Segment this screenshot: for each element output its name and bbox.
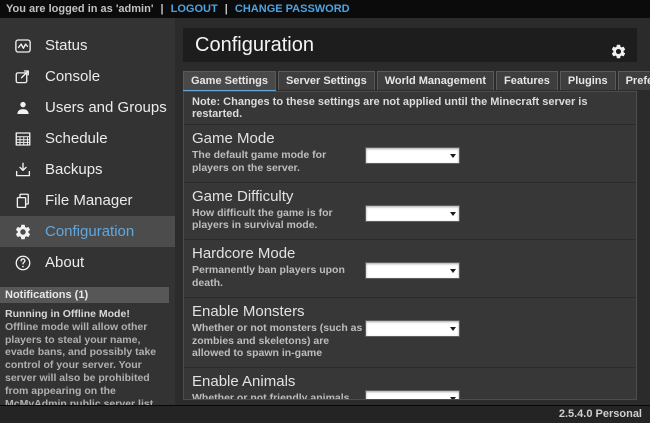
setting-description: Whether or not monsters (such as zombies… <box>192 322 364 360</box>
chevron-down-icon <box>450 154 456 158</box>
tab-bar: Game SettingsServer SettingsWorld Manage… <box>183 71 637 91</box>
version-label: 2.5.4.0 Personal <box>559 408 642 420</box>
chevron-down-icon <box>450 212 456 216</box>
sidebar-item-backups[interactable]: Backups <box>0 154 175 185</box>
tab-world-management[interactable]: World Management <box>377 71 494 90</box>
sidebar-item-label: Status <box>45 37 88 54</box>
page-title-bar: Configuration <box>183 28 637 62</box>
version-bar: 2.5.4.0 Personal <box>0 405 650 423</box>
notification-title: Running in Offline Mode! <box>5 308 164 321</box>
sidebar-item-about[interactable]: About <box>0 247 175 278</box>
setting-select-game-difficulty[interactable] <box>365 205 460 222</box>
tab-preferences[interactable]: Preferences <box>618 71 650 90</box>
setting-title: Enable Monsters <box>192 303 628 320</box>
setting-select-enable-animals[interactable] <box>365 390 460 400</box>
settings-panel: Note: Changes to these settings are not … <box>183 91 637 400</box>
notifications-header[interactable]: Notifications (1) <box>0 287 169 303</box>
file-manager-icon <box>13 191 33 211</box>
notifications-panel: Notifications (1) Running in Offline Mod… <box>0 287 169 423</box>
setting-title: Enable Animals <box>192 373 628 390</box>
login-status-bar: You are logged in as 'admin' | LOGOUT | … <box>0 0 650 18</box>
setting-row-hardcore-mode: Hardcore Mode Permanently ban players upo… <box>184 240 636 298</box>
gear-icon[interactable] <box>610 37 627 54</box>
backups-icon <box>13 160 33 180</box>
setting-select-enable-monsters[interactable] <box>365 320 460 337</box>
setting-row-enable-animals: Enable Animals Whether or not friendly an… <box>184 368 636 400</box>
setting-description: Whether or not friendly animals (such as… <box>192 392 364 400</box>
sidebar: Status Console Users and Groups Schedule Bac… <box>0 18 175 405</box>
tab-game-settings[interactable]: Game Settings <box>183 71 276 90</box>
separator: | <box>225 3 228 15</box>
chevron-down-icon <box>450 397 456 400</box>
separator: | <box>161 3 164 15</box>
sidebar-menu: Status Console Users and Groups Schedule Bac… <box>0 18 175 278</box>
tab-plugins[interactable]: Plugins <box>560 71 616 90</box>
gear-icon <box>13 222 33 242</box>
sidebar-item-status[interactable]: Status <box>0 30 175 61</box>
sidebar-item-label: About <box>45 254 84 271</box>
users-icon <box>13 98 33 118</box>
setting-description: The default game mode for players on the… <box>192 149 364 175</box>
setting-row-game-difficulty: Game Difficulty How difficult the game is… <box>184 183 636 241</box>
sidebar-item-label: Configuration <box>45 223 134 240</box>
status-icon <box>13 36 33 56</box>
schedule-icon <box>13 129 33 149</box>
question-icon <box>13 253 33 273</box>
sidebar-item-file-manager[interactable]: File Manager <box>0 185 175 216</box>
sidebar-item-console[interactable]: Console <box>0 61 175 92</box>
sidebar-item-schedule[interactable]: Schedule <box>0 123 175 154</box>
setting-title: Game Difficulty <box>192 188 628 205</box>
settings-list: Game Mode The default game mode for playe… <box>184 125 636 400</box>
setting-select-game-mode[interactable] <box>365 147 460 164</box>
chevron-down-icon <box>450 269 456 273</box>
sidebar-item-label: File Manager <box>45 192 133 209</box>
sidebar-item-configuration[interactable]: Configuration <box>0 216 175 247</box>
setting-title: Game Mode <box>192 130 628 147</box>
tab-features[interactable]: Features <box>496 71 558 90</box>
sidebar-item-label: Backups <box>45 161 103 178</box>
change-password-link[interactable]: CHANGE PASSWORD <box>235 3 350 15</box>
setting-description: How difficult the game is for players in… <box>192 207 364 233</box>
page-title: Configuration <box>195 34 314 56</box>
setting-row-enable-monsters: Enable Monsters Whether or not monsters (… <box>184 298 636 368</box>
logout-link[interactable]: LOGOUT <box>171 3 218 15</box>
setting-title: Hardcore Mode <box>192 245 628 262</box>
logged-in-text: You are logged in as 'admin' <box>6 3 153 15</box>
sidebar-item-label: Console <box>45 68 100 85</box>
setting-select-hardcore-mode[interactable] <box>365 262 460 279</box>
setting-description: Permanently ban players upon death. <box>192 264 364 290</box>
chevron-down-icon <box>450 327 456 331</box>
sidebar-item-label: Schedule <box>45 130 108 147</box>
setting-row-game-mode: Game Mode The default game mode for playe… <box>184 125 636 183</box>
restart-note: Note: Changes to these settings are not … <box>184 92 636 125</box>
sidebar-item-users-and-groups[interactable]: Users and Groups <box>0 92 175 123</box>
console-icon <box>13 67 33 87</box>
sidebar-item-label: Users and Groups <box>45 99 167 116</box>
tab-server-settings[interactable]: Server Settings <box>278 71 375 90</box>
